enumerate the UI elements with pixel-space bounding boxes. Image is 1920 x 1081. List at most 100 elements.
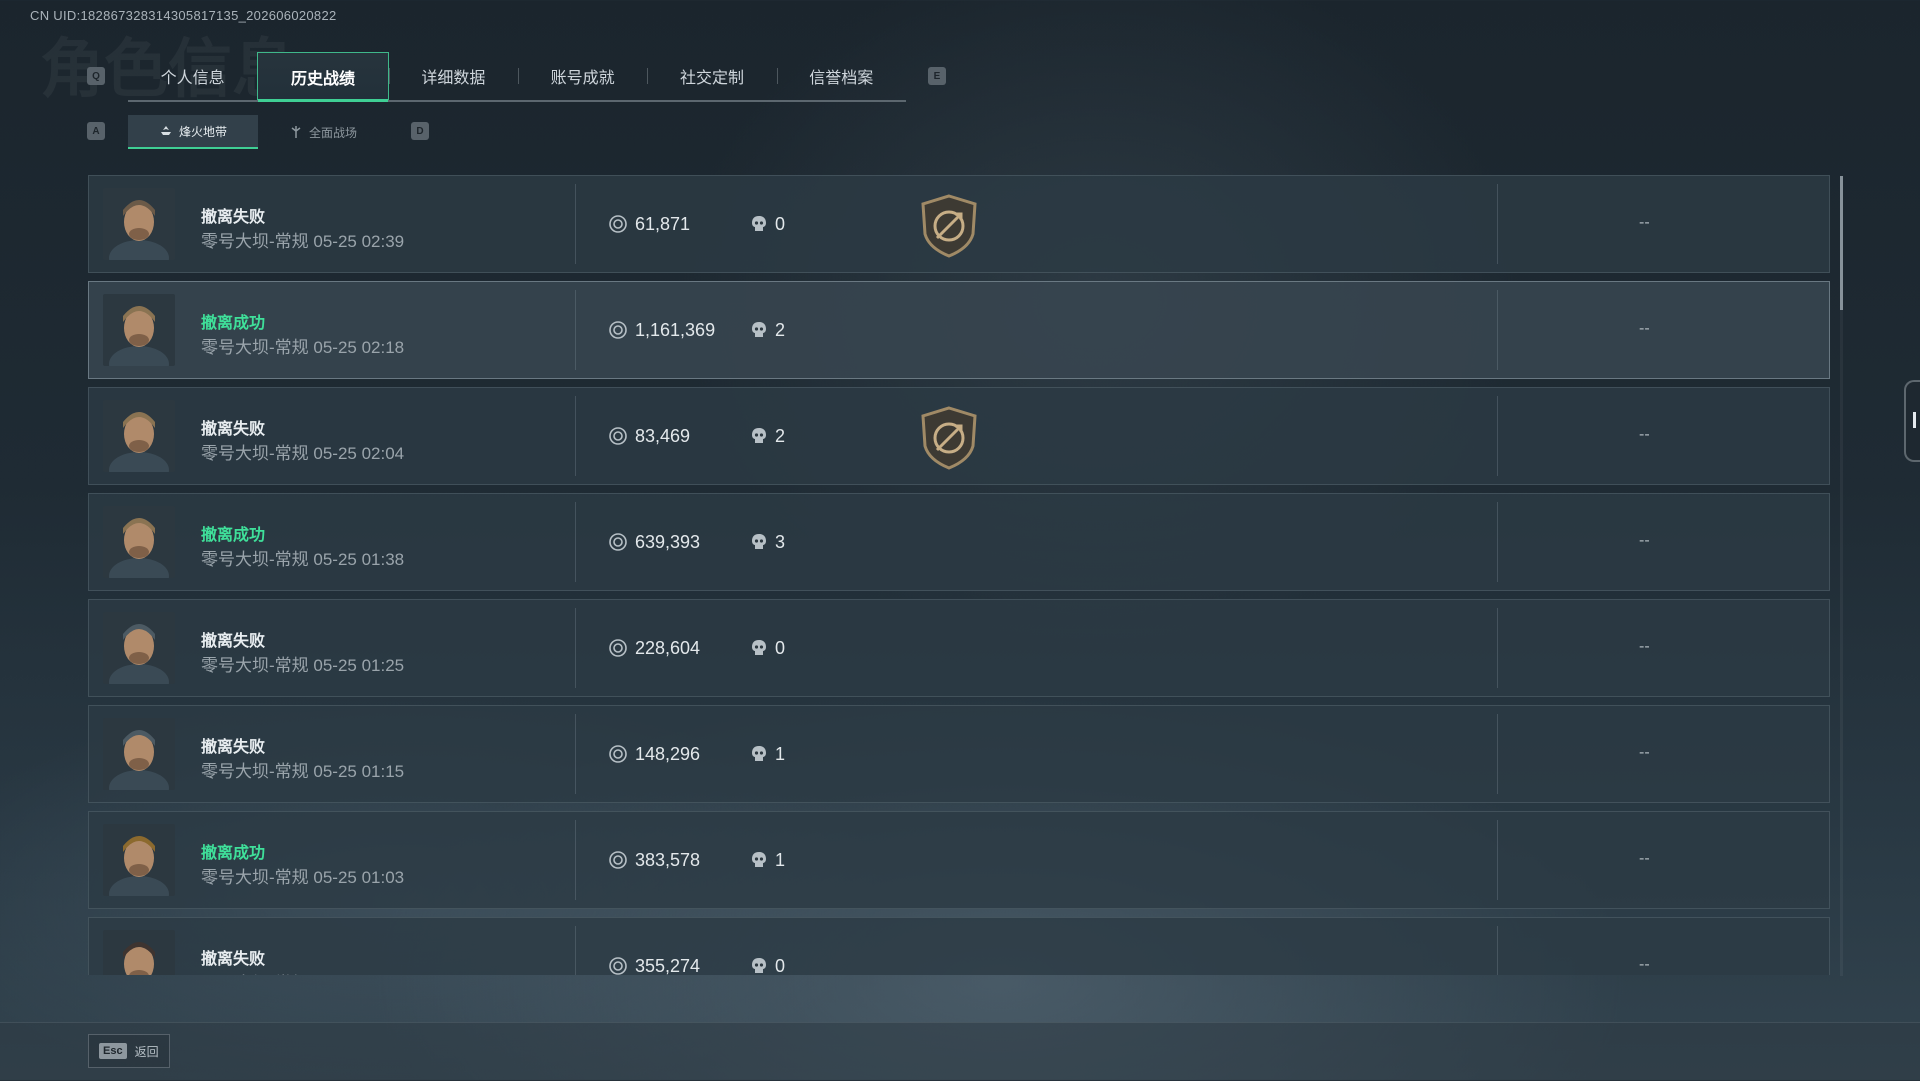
map-and-time: 零号大坝-常规 05-25 01:38: [201, 550, 405, 569]
extra-info: --: [1639, 426, 1650, 443]
currency-coin-icon: [609, 533, 627, 551]
kill-count: 1: [775, 744, 786, 764]
match-row[interactable]: 撤离失败 零号大坝-常规 05-25 02:39 61,871 0 --: [88, 175, 1830, 273]
extra-info: --: [1639, 638, 1650, 655]
currency-coin-icon: [609, 215, 627, 233]
main-tabs: 个人信息 历史战绩 详细数据 账号成就 社交定制 信誉档案: [128, 52, 906, 102]
column-divider: [1497, 714, 1498, 794]
currency-coin-icon: [609, 851, 627, 869]
next-mode-key-d[interactable]: D: [411, 122, 429, 140]
tab-reputation[interactable]: 信誉档案: [776, 52, 906, 100]
currency-coin-icon: [609, 639, 627, 657]
map-and-time: 零号大坝-常规 05-25 02:39: [201, 232, 405, 251]
tab-match-history[interactable]: 历史战绩: [257, 52, 389, 102]
kill-count: 3: [775, 532, 786, 552]
map-and-time: 零号大坝-常规 05-24 23:48: [201, 969, 404, 975]
extra-info: --: [1639, 532, 1650, 549]
extraction-status: 撤离成功: [201, 845, 266, 862]
extraction-status: 撤离成功: [201, 315, 266, 332]
loot-value: 639,393: [635, 532, 701, 552]
extraction-status: 撤离失败: [201, 209, 266, 226]
currency-coin-icon: [609, 957, 627, 975]
kill-count: 2: [775, 320, 786, 340]
match-history-list: 撤离失败 零号大坝-常规 05-25 02:39 61,871 0 -- 撤离成…: [88, 175, 1832, 975]
player-uid: CN UID:1828673283143058171​35_2026060208…: [30, 8, 337, 23]
side-panel-handle[interactable]: [1904, 380, 1920, 462]
operator-avatar: [103, 718, 175, 790]
extra-info: --: [1639, 956, 1650, 973]
loot-value: 383,578: [635, 850, 701, 870]
operator-avatar: [103, 824, 175, 896]
column-divider: [1497, 608, 1498, 688]
loot-value: 61,871: [635, 214, 691, 234]
skull-kills-icon: [752, 322, 766, 337]
operator-avatar: [103, 612, 175, 684]
esc-key-icon: Esc: [99, 1043, 127, 1059]
extra-info: --: [1639, 214, 1650, 231]
operator-avatar: [103, 506, 175, 578]
operator-avatar: [103, 400, 175, 472]
column-divider: [575, 926, 576, 975]
mode-tab-battlefield[interactable]: 全面战场: [258, 115, 388, 149]
battlefield-icon: [291, 126, 301, 138]
skull-kills-icon: [752, 746, 766, 761]
operator-avatar: [103, 930, 175, 975]
match-row[interactable]: 撤离失败 零号大坝-常规 05-25 02:04 83,469 2 --: [88, 387, 1830, 485]
loot-value: 228,604: [635, 638, 701, 658]
back-button[interactable]: Esc 返回: [88, 1034, 170, 1068]
skull-kills-icon: [752, 534, 766, 549]
match-row[interactable]: 撤离失败 零号大坝-常规 05-25 01:25 228,604 0 --: [88, 599, 1830, 697]
skull-kills-icon: [752, 216, 766, 231]
column-divider: [1497, 820, 1498, 900]
match-row[interactable]: 撤离失败 零号大坝-常规 05-24 23:48 355,274 0 --: [88, 917, 1830, 975]
currency-coin-icon: [609, 321, 627, 339]
column-divider: [1497, 502, 1498, 582]
column-divider: [575, 714, 576, 794]
extraction-status: 撤离成功: [201, 527, 266, 544]
skull-kills-icon: [752, 428, 766, 443]
loot-value: 148,296: [635, 744, 701, 764]
tab-detailed-data[interactable]: 详细数据: [388, 52, 518, 100]
loot-value: 1,161,369: [635, 320, 716, 340]
kill-count: 2: [775, 426, 786, 446]
match-row[interactable]: 撤离失败 零号大坝-常规 05-25 01:15 148,296 1 --: [88, 705, 1830, 803]
loot-value: 355,274: [635, 956, 701, 975]
column-divider: [575, 608, 576, 688]
tab-social-custom[interactable]: 社交定制: [647, 52, 776, 100]
map-and-time: 零号大坝-常规 05-25 02:04: [201, 444, 405, 463]
flame-zone-icon: [160, 126, 171, 135]
column-divider: [575, 396, 576, 476]
shield-medal-icon: [921, 406, 977, 470]
match-row[interactable]: 撤离成功 零号大坝-常规 05-25 01:03 383,578 1 --: [88, 811, 1830, 909]
map-and-time: 零号大坝-常规 05-25 02:18: [201, 338, 405, 357]
extraction-status: 撤离失败: [201, 951, 266, 968]
column-divider: [575, 290, 576, 370]
back-label: 返回: [134, 1044, 159, 1059]
map-and-time: 零号大坝-常规 05-25 01:15: [201, 762, 405, 781]
extraction-status: 撤离失败: [201, 739, 266, 756]
mode-tab-label: 全面战场: [308, 125, 357, 140]
currency-coin-icon: [609, 427, 627, 445]
column-divider: [1497, 396, 1498, 476]
column-divider: [1497, 184, 1498, 264]
mode-tabs: 烽火地带 全面战场: [128, 115, 388, 149]
column-divider: [575, 820, 576, 900]
prev-tab-key-q[interactable]: Q: [87, 67, 105, 85]
tab-achievements[interactable]: 账号成就: [517, 52, 647, 100]
next-tab-key-e[interactable]: E: [928, 67, 946, 85]
match-row[interactable]: 撤离成功 零号大坝-常规 05-25 02:18 1,161,369 2 --: [88, 281, 1830, 379]
prev-mode-key-a[interactable]: A: [87, 122, 105, 140]
mode-tab-flame-zone[interactable]: 烽火地带: [128, 115, 258, 149]
mode-tab-label: 烽火地带: [178, 124, 227, 139]
currency-coin-icon: [609, 745, 627, 763]
map-and-time: 零号大坝-常规 05-25 01:25: [201, 656, 405, 675]
extra-info: --: [1639, 320, 1650, 337]
skull-kills-icon: [752, 958, 766, 973]
shield-medal-icon: [921, 194, 977, 258]
tab-personal-info[interactable]: 个人信息: [128, 52, 257, 100]
extraction-status: 撤离失败: [201, 421, 266, 438]
extraction-status: 撤离失败: [201, 633, 266, 650]
extra-info: --: [1639, 744, 1650, 761]
match-row[interactable]: 撤离成功 零号大坝-常规 05-25 01:38 639,393 3 --: [88, 493, 1830, 591]
scrollbar-thumb[interactable]: [1840, 176, 1843, 310]
